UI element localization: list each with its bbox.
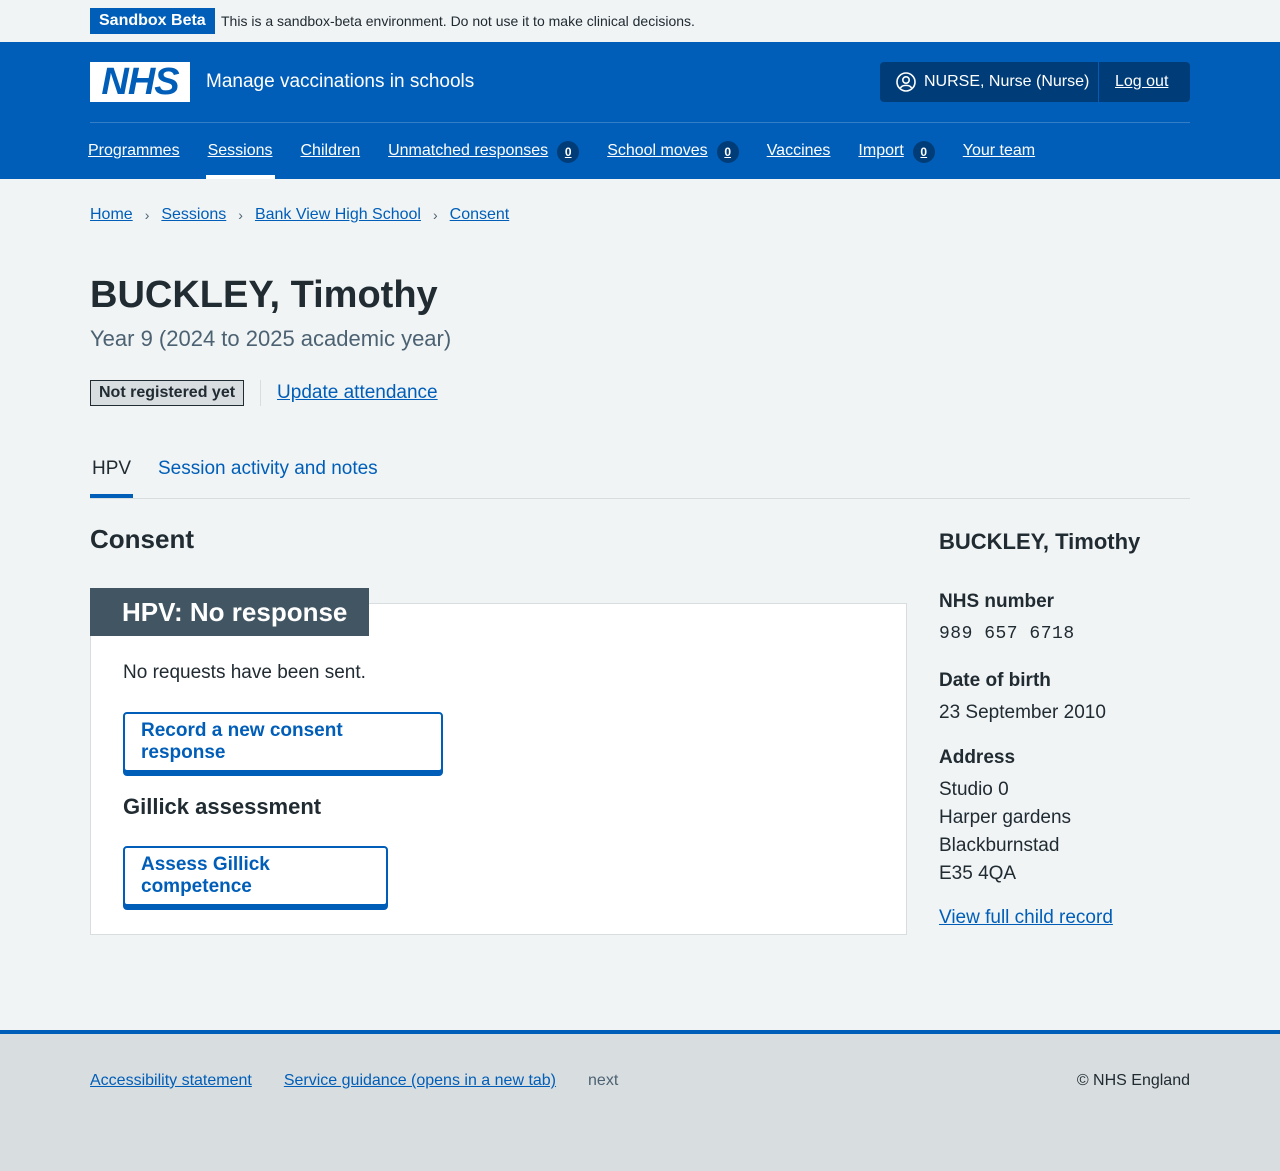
- view-child-record-link[interactable]: View full child record: [939, 907, 1113, 929]
- nav-item-school-moves[interactable]: School moves 0: [607, 137, 739, 179]
- dob-label: Date of birth: [939, 670, 1051, 691]
- sandbox-banner: Sandbox Beta This is a sandbox-beta envi…: [0, 0, 1280, 42]
- address-line: Studio 0: [939, 779, 1009, 800]
- assess-gillick-button[interactable]: Assess Gillick competence: [123, 846, 388, 906]
- nav-item-import[interactable]: Import 0: [858, 137, 935, 179]
- address-line: Harper gardens: [939, 807, 1072, 828]
- page-title: BUCKLEY, Timothy: [90, 274, 438, 316]
- address-value: Studio 0 Harper gardens Blackburnstad E3…: [939, 776, 1071, 888]
- sandbox-message: This is a sandbox-beta environment. Do n…: [221, 13, 695, 29]
- account-panel: NURSE, Nurse (Nurse) Log out: [880, 62, 1190, 102]
- account-user: NURSE, Nurse (Nurse): [880, 62, 1099, 102]
- nav-item-unmatched-responses[interactable]: Unmatched responses 0: [388, 137, 580, 179]
- primary-nav: Programmes Sessions Children Unmatched r…: [88, 137, 1063, 179]
- consent-heading: Consent: [90, 524, 194, 554]
- dob-value: 23 September 2010: [939, 702, 1106, 723]
- chevron-right-icon: ›: [144, 207, 150, 223]
- breadcrumb-school[interactable]: Bank View High School: [255, 206, 421, 224]
- nav-count-badge: 0: [912, 141, 935, 163]
- status-divider: [260, 380, 262, 406]
- breadcrumb-sessions[interactable]: Sessions: [161, 206, 226, 224]
- footer-links: Accessibility statement Service guidance…: [90, 1072, 618, 1090]
- gillick-heading: Gillick assessment: [123, 794, 322, 819]
- nhs-logo-text: NHS: [101, 61, 179, 103]
- nav-item-your-team[interactable]: Your team: [963, 137, 1035, 179]
- nav-item-vaccines[interactable]: Vaccines: [767, 137, 831, 179]
- user-icon: [896, 72, 916, 92]
- record-consent-button[interactable]: Record a new consent response: [123, 712, 443, 772]
- page-caption: Year 9 (2024 to 2025 academic year): [90, 326, 452, 351]
- breadcrumb-home[interactable]: Home: [90, 206, 133, 224]
- footer-copyright: © NHS England: [1076, 1072, 1190, 1089]
- update-attendance-link[interactable]: Update attendance: [277, 382, 438, 404]
- nhs-number-label: NHS number: [939, 591, 1055, 612]
- tab-hpv[interactable]: HPV: [89, 456, 134, 498]
- footer-version: next: [588, 1072, 619, 1089]
- address-line: E35 4QA: [939, 863, 1017, 884]
- site-header: NHS Manage vaccinations in schools NURSE…: [0, 42, 1280, 179]
- nav-item-sessions[interactable]: Sessions: [205, 137, 275, 179]
- address-label: Address: [939, 747, 1016, 768]
- breadcrumb: Home › Sessions › Bank View High School …: [90, 206, 509, 224]
- logout-link[interactable]: Log out: [1099, 73, 1168, 91]
- sandbox-tag: Sandbox Beta: [90, 8, 215, 34]
- sidebar-child-name: BUCKLEY, Timothy: [939, 529, 1141, 554]
- registration-status-badge: Not registered yet: [90, 380, 245, 406]
- breadcrumb-consent[interactable]: Consent: [450, 206, 510, 224]
- service-name[interactable]: Manage vaccinations in schools: [206, 71, 474, 93]
- nhs-logo[interactable]: NHS: [90, 62, 190, 102]
- site-footer: Accessibility statement Service guidance…: [0, 1030, 1280, 1171]
- consent-message: No requests have been sent.: [123, 662, 366, 683]
- tabs: HPV Session activity and notes: [89, 456, 1190, 499]
- nav-count-badge: 0: [716, 141, 739, 163]
- status-row: Not registered yet Update attendance: [90, 380, 438, 406]
- footer-guidance-link[interactable]: Service guidance (opens in a new tab): [284, 1072, 556, 1090]
- nav-count-badge: 0: [557, 141, 580, 163]
- account-user-name: NURSE, Nurse (Nurse): [924, 73, 1090, 90]
- address-line: Blackburnstad: [939, 835, 1060, 856]
- tab-session-activity[interactable]: Session activity and notes: [158, 456, 378, 498]
- chevron-right-icon: ›: [432, 207, 438, 223]
- nav-item-children[interactable]: Children: [301, 137, 361, 179]
- header-divider: [90, 122, 1190, 123]
- nav-item-programmes[interactable]: Programmes: [88, 137, 180, 179]
- nhs-number-value: 989 657 6718: [939, 624, 1075, 644]
- consent-card-title: HPV: No response: [90, 588, 369, 636]
- chevron-right-icon: ›: [238, 207, 243, 223]
- footer-accessibility-link[interactable]: Accessibility statement: [90, 1072, 252, 1090]
